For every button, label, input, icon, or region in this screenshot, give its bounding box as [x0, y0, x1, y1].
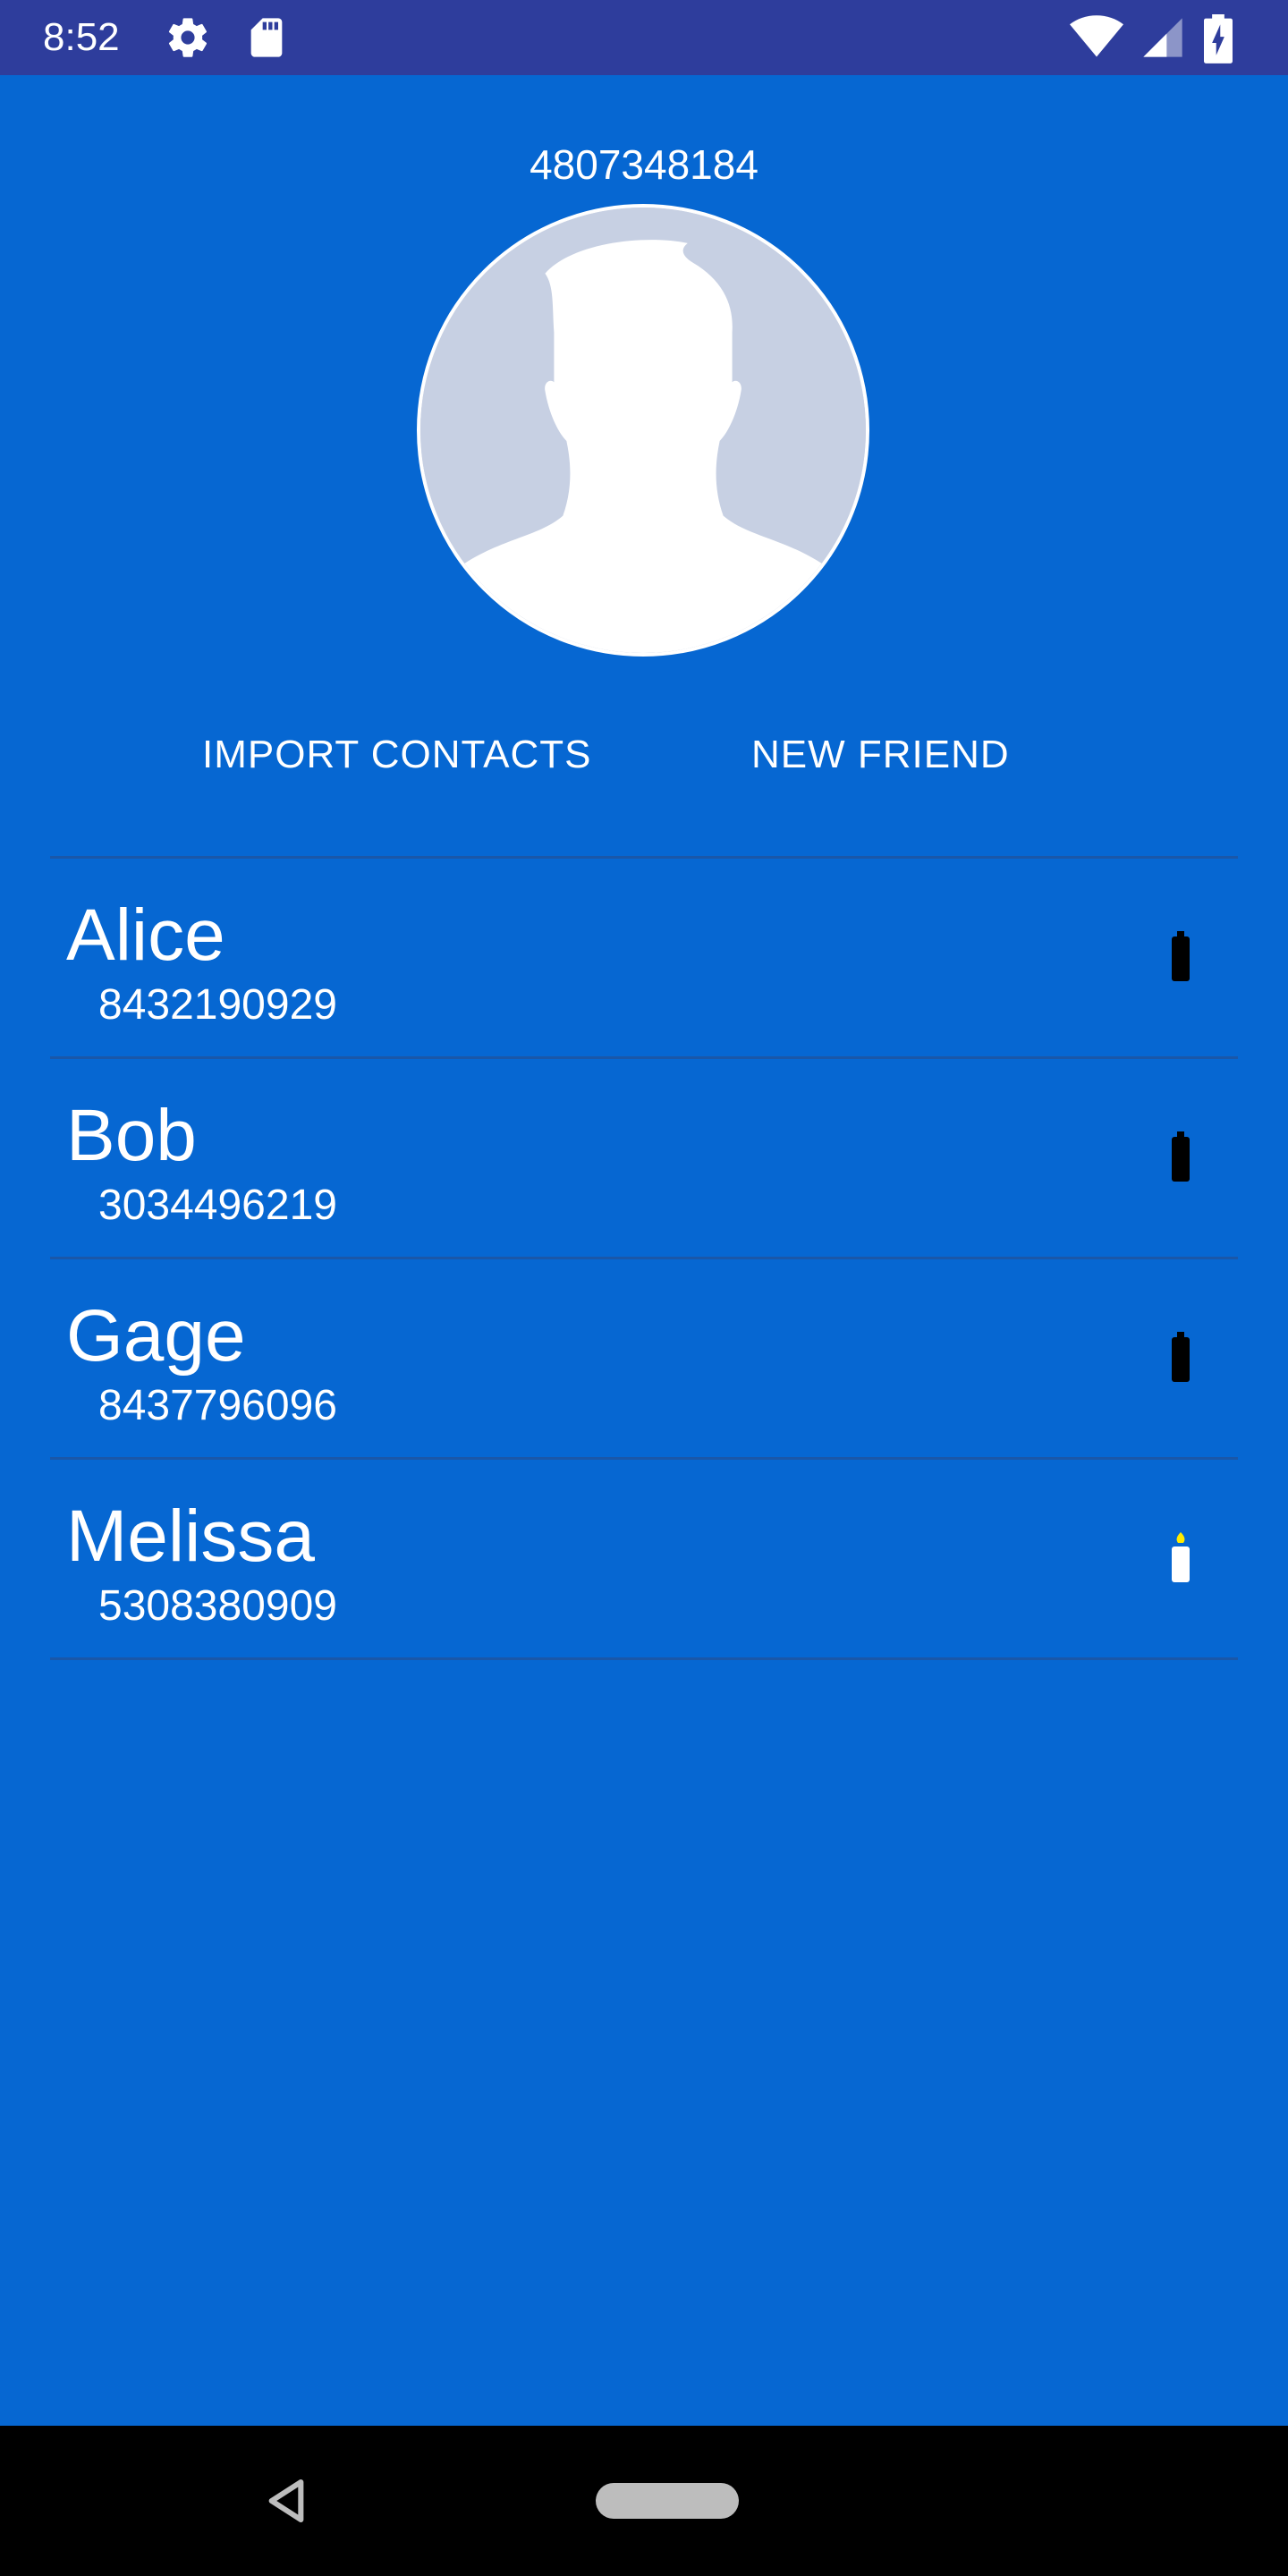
contact-number: 5308380909 [98, 1582, 337, 1630]
contact-list: Alice 8432190929 Bob 3034496219 Gage 843… [50, 859, 1238, 1660]
contact-number: 8432190929 [98, 981, 337, 1029]
contact-row-alice[interactable]: Alice 8432190929 [50, 859, 1238, 1059]
contact-name: Gage [66, 1295, 246, 1377]
signal-icon [1140, 14, 1186, 61]
battery-icon [1170, 1331, 1191, 1383]
sd-card-icon [243, 14, 290, 61]
battery-charging-icon [1204, 14, 1233, 64]
contact-row-gage[interactable]: Gage 8437796096 [50, 1259, 1238, 1460]
contact-row-bob[interactable]: Bob 3034496219 [50, 1059, 1238, 1259]
person-silhouette-icon [420, 208, 866, 653]
settings-icon [165, 14, 211, 61]
profile-avatar[interactable] [417, 204, 869, 657]
contact-name: Melissa [66, 1496, 315, 1577]
status-time: 8:52 [43, 15, 120, 59]
own-phone-number: 4807348184 [530, 141, 758, 188]
wifi-icon [1070, 14, 1123, 61]
new-friend-button[interactable]: NEW FRIEND [751, 719, 1038, 791]
status-bar: 8:52 [0, 0, 1288, 75]
candle-icon [1170, 1531, 1191, 1583]
back-icon[interactable] [261, 2476, 311, 2526]
navigation-bar [0, 2426, 1288, 2576]
contact-name: Alice [66, 894, 225, 976]
contact-number: 8437796096 [98, 1382, 337, 1429]
contact-number: 3034496219 [98, 1182, 337, 1229]
main-content: 4807348184 IMPORT CONTACTS NEW FRIEND Al… [0, 75, 1288, 2426]
import-contacts-button[interactable]: IMPORT CONTACTS [202, 719, 614, 791]
home-pill-icon[interactable] [596, 2483, 739, 2519]
battery-icon [1170, 1131, 1191, 1182]
contact-name: Bob [66, 1095, 197, 1176]
contact-row-melissa[interactable]: Melissa 5308380909 [50, 1460, 1238, 1660]
battery-icon [1170, 930, 1191, 982]
